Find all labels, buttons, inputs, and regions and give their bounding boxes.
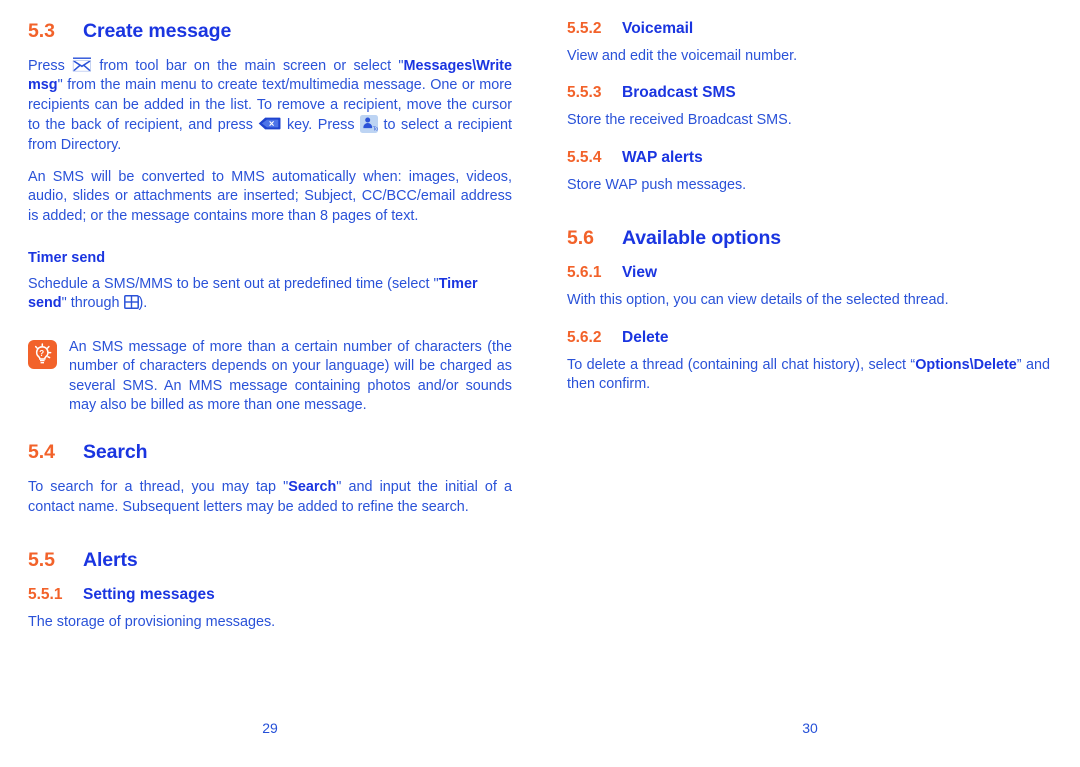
heading-search: 5.4 Search	[28, 441, 512, 464]
bold-run: Options\Delete	[915, 356, 1017, 373]
section-number: 5.4	[28, 441, 55, 464]
section-title: Broadcast SMS	[622, 84, 736, 102]
right-page: 5.5.2 Voicemail View and edit the voicem…	[540, 0, 1080, 767]
section-title: Alerts	[83, 549, 138, 571]
bold-run: Search	[288, 479, 337, 496]
heading-broadcast-sms: 5.5.3 Broadcast SMS	[567, 84, 1050, 102]
section-number: 5.3	[28, 20, 55, 42]
heading-wap-alerts: 5.5.4 WAP alerts	[567, 149, 1050, 167]
heading-timer-send: Timer send	[28, 250, 106, 266]
heading-available-options: 5.6 Available options	[567, 227, 1050, 250]
setting-messages-paragraph: The storage of provisioning messages.	[28, 614, 276, 630]
section-title: Search	[83, 441, 148, 464]
section-title: Setting messages	[83, 586, 215, 603]
page-spread: 5.3 Create message Press from tool bar o…	[0, 0, 1080, 767]
view-paragraph: With this option, you can view details o…	[567, 292, 949, 309]
text-run: To search for a thread, you may tap "	[28, 479, 289, 496]
create-message-paragraph-1: Press from tool bar on the main screen o…	[28, 57, 512, 155]
wap-alerts-paragraph: Store WAP push messages.	[567, 176, 747, 193]
heading-view: 5.6.1 View	[567, 264, 1050, 282]
section-number: 5.5.2	[567, 20, 602, 37]
heading-setting-messages: 5.5.1 Setting messages	[28, 586, 512, 604]
section-title: WAP alerts	[622, 148, 703, 166]
contact-to-icon: To	[360, 115, 379, 134]
page-number-left: 29	[262, 720, 278, 736]
text-run: from tool bar on the main screen or sele…	[92, 58, 404, 74]
tip-callout: ? An SMS message of more than a certain …	[28, 338, 512, 416]
heading-voicemail: 5.5.2 Voicemail	[567, 20, 1050, 38]
svg-text:To: To	[373, 126, 378, 132]
text-run: " through	[61, 295, 124, 312]
tip-text: An SMS message of more than a certain nu…	[69, 338, 512, 413]
heading-alerts: 5.5 Alerts	[28, 549, 512, 572]
section-number: 5.5	[28, 549, 55, 571]
section-number: 5.5.1	[28, 586, 63, 603]
delete-paragraph: To delete a thread (containing all chat …	[567, 356, 1050, 395]
timer-send-paragraph: Schedule a SMS/MMS to be sent out at pre…	[28, 275, 512, 314]
svg-text:?: ?	[39, 349, 44, 358]
section-number: 5.6.1	[567, 264, 602, 282]
section-number: 5.6.2	[567, 328, 602, 346]
left-page: 5.3 Create message Press from tool bar o…	[0, 0, 540, 767]
section-title: Delete	[622, 328, 669, 346]
text-run: key. Press	[281, 117, 361, 134]
section-number: 5.5.4	[567, 148, 602, 166]
text-run: Press	[28, 58, 73, 74]
text-run: To delete a thread (containing all chat …	[567, 356, 916, 373]
heading-delete: 5.6.2 Delete	[567, 329, 1050, 347]
section-title: Create message	[83, 20, 232, 42]
section-title: Voicemail	[622, 20, 694, 37]
voicemail-paragraph: View and edit the voicemail number.	[567, 48, 798, 64]
text-run: ).	[138, 295, 148, 312]
text-run: Schedule a SMS/MMS to be sent out at pre…	[28, 276, 439, 292]
broadcast-sms-paragraph: Store the received Broadcast SMS.	[567, 112, 792, 129]
create-message-paragraph-2: An SMS will be converted to MMS automati…	[28, 168, 512, 224]
section-title: Available options	[622, 227, 782, 250]
page-number-right: 30	[802, 720, 818, 736]
grid-menu-icon	[123, 295, 139, 310]
envelope-icon	[72, 57, 92, 72]
section-title: View	[622, 264, 658, 282]
lightbulb-tip-icon: ?	[28, 339, 57, 369]
backspace-key-icon	[258, 117, 281, 130]
heading-create-message: 5.3 Create message	[28, 20, 512, 43]
search-paragraph: To search for a thread, you may tap "Sea…	[28, 478, 512, 517]
section-number: 5.6	[567, 227, 594, 250]
section-number: 5.5.3	[567, 84, 602, 102]
